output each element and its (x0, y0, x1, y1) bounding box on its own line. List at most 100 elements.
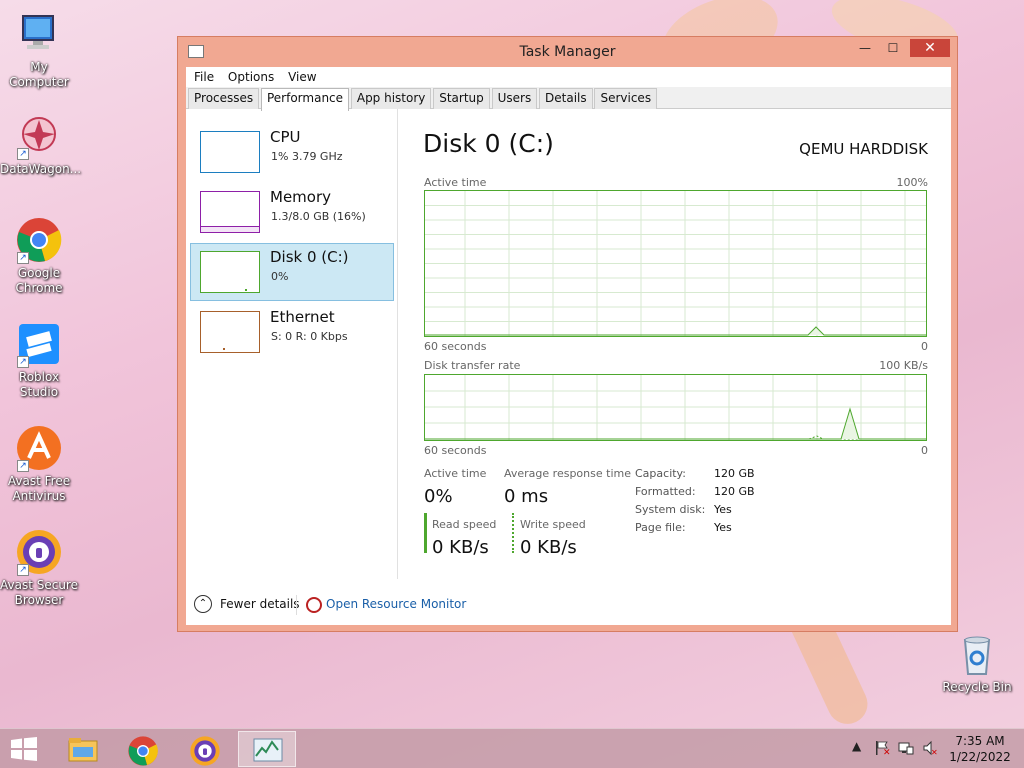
menu-bar: File Options View (186, 67, 951, 87)
chrome-icon: ↗ (15, 216, 63, 264)
active-time-value: 0% (424, 486, 453, 507)
resource-value: 0% (271, 270, 289, 283)
active-time-line (425, 326, 926, 336)
taskbar-chrome[interactable] (114, 731, 172, 767)
tab-startup[interactable]: Startup (433, 88, 490, 109)
active-time-graph-time: 60 seconds (424, 340, 487, 353)
roblox-studio-icon: ↗ (15, 320, 63, 368)
avast-browser-icon (190, 736, 220, 766)
resource-value: S: 0 R: 0 Kbps (271, 330, 348, 343)
tab-app-history[interactable]: App history (350, 88, 432, 109)
desktop-icon-label: DataWagon... (0, 162, 82, 176)
resource-item-memory[interactable]: Memory 1.3/8.0 GB (16%) (190, 183, 394, 241)
resource-item-disk[interactable]: Disk 0 (C:) 0% (190, 243, 394, 301)
desktop-icon-label: Google Chrome (15, 266, 63, 295)
svg-text:✕: ✕ (931, 748, 938, 756)
taskbar: ▲ ✕ ✕ 7:35 AM 1/22/2022 (0, 728, 1024, 768)
show-hidden-icons-chevron-icon[interactable]: ▲ (852, 739, 861, 753)
action-center-flag-icon[interactable]: ✕ (874, 740, 891, 759)
resource-value: 1.3/8.0 GB (16%) (271, 210, 366, 223)
close-button[interactable]: ✕ (910, 39, 950, 57)
desktop-icon-label: Roblox Studio (18, 370, 60, 399)
taskbar-task-manager[interactable] (238, 731, 296, 767)
computer-icon (15, 10, 63, 58)
read-speed-value: 0 KB/s (432, 537, 489, 558)
chrome-icon (128, 736, 158, 766)
menu-options[interactable]: Options (228, 67, 274, 87)
desktop-icon-label: My Computer (9, 60, 69, 89)
desktop-icon-label: Avast Free Antivirus (7, 474, 71, 503)
avg-response-value: 0 ms (504, 486, 549, 507)
formatted-value: 120 GB (714, 485, 755, 498)
tab-users[interactable]: Users (491, 88, 538, 109)
windows-logo-icon (11, 737, 37, 761)
resource-value: 1% 3.79 GHz (271, 150, 343, 163)
system-clock[interactable]: 7:35 AM 1/22/2022 (940, 733, 1020, 765)
resource-list: CPU 1% 3.79 GHz Memory 1.3/8.0 GB (16%) … (186, 109, 398, 579)
fewer-details-button[interactable]: Fewer details (220, 597, 300, 611)
network-icon[interactable] (898, 740, 914, 759)
speaker-muted-icon[interactable]: ✕ (922, 740, 938, 759)
capacity-label: Capacity: (635, 467, 686, 480)
recycle-bin-icon (953, 630, 1001, 678)
graph-grid (425, 191, 926, 336)
footer-divider (296, 595, 297, 615)
tab-performance[interactable]: Performance (260, 88, 350, 111)
disk-title: Disk 0 (C:) (423, 129, 554, 158)
title-bar[interactable]: Task Manager — ☐ ✕ (178, 37, 957, 67)
tab-services[interactable]: Services (594, 88, 658, 109)
resource-item-ethernet[interactable]: Ethernet S: 0 R: 0 Kbps (190, 303, 394, 361)
menu-file[interactable]: File (194, 67, 214, 87)
ethernet-thumbnail-graph (200, 311, 260, 353)
desktop-icon-label: Recycle Bin (942, 680, 1012, 694)
desktop-icon-datawagon[interactable]: ↗ DataWagon... (0, 112, 82, 177)
cpu-thumbnail-graph (200, 131, 260, 173)
desktop-icon-google-chrome[interactable]: ↗ Google Chrome (0, 216, 78, 296)
desktop-icon-avast-antivirus[interactable]: ↗ Avast Free Antivirus (0, 424, 78, 504)
active-time-label: Active time (424, 467, 487, 480)
desktop-icon-my-computer[interactable]: My Computer (0, 10, 78, 90)
taskbar-file-explorer[interactable] (54, 731, 112, 767)
system-disk-label: System disk: (635, 503, 706, 516)
desktop-icon-recycle-bin[interactable]: Recycle Bin (938, 630, 1016, 695)
formatted-label: Formatted: (635, 485, 696, 498)
disk-thumbnail-graph (200, 251, 260, 293)
active-time-graph-min: 0 (921, 340, 928, 353)
taskbar-avast-browser[interactable] (176, 731, 234, 767)
clock-time: 7:35 AM (955, 734, 1005, 748)
start-button[interactable] (10, 737, 38, 761)
resource-monitor-icon (306, 597, 322, 613)
resource-name: Memory (270, 188, 332, 206)
datawagon-icon: ↗ (15, 112, 63, 160)
resource-item-cpu[interactable]: CPU 1% 3.79 GHz (190, 123, 394, 181)
transfer-rate-graph (424, 374, 927, 441)
disk-detail-pane: Disk 0 (C:) QEMU HARDDISK Active time 10… (423, 109, 928, 579)
write-speed-value: 0 KB/s (520, 537, 577, 558)
avast-browser-icon: ↗ (15, 528, 63, 576)
desktop-icon-roblox-studio[interactable]: ↗ Roblox Studio (0, 320, 78, 400)
transfer-rate-graph-label: Disk transfer rate (424, 359, 521, 372)
chevron-up-icon[interactable]: ⌃ (194, 595, 212, 613)
window-title: Task Manager (519, 44, 616, 60)
memory-thumbnail-graph (200, 191, 260, 233)
system-disk-value: Yes (714, 503, 732, 516)
resource-name: Disk 0 (C:) (270, 248, 349, 266)
write-speed-indicator (512, 513, 514, 553)
tab-processes[interactable]: Processes (188, 88, 260, 109)
transfer-rate-graph-max: 100 KB/s (879, 359, 928, 372)
maximize-button[interactable]: ☐ (880, 39, 906, 57)
read-speed-label: Read speed (432, 518, 497, 531)
avg-response-label: Average response time (504, 467, 631, 480)
minimize-button[interactable]: — (852, 39, 878, 57)
page-file-value: Yes (714, 521, 732, 534)
open-resource-monitor-link[interactable]: Open Resource Monitor (326, 597, 466, 611)
tab-details[interactable]: Details (539, 88, 593, 109)
menu-view[interactable]: View (288, 67, 316, 87)
avast-icon: ↗ (15, 424, 63, 472)
clock-date: 1/22/2022 (949, 750, 1011, 764)
page-file-label: Page file: (635, 521, 686, 534)
desktop-icon-label: Avast Secure Browser (0, 578, 78, 607)
desktop-icon-avast-browser[interactable]: ↗ Avast Secure Browser (0, 528, 78, 608)
read-speed-line (425, 407, 926, 440)
footer: ⌃ Fewer details Open Resource Monitor (186, 579, 951, 625)
